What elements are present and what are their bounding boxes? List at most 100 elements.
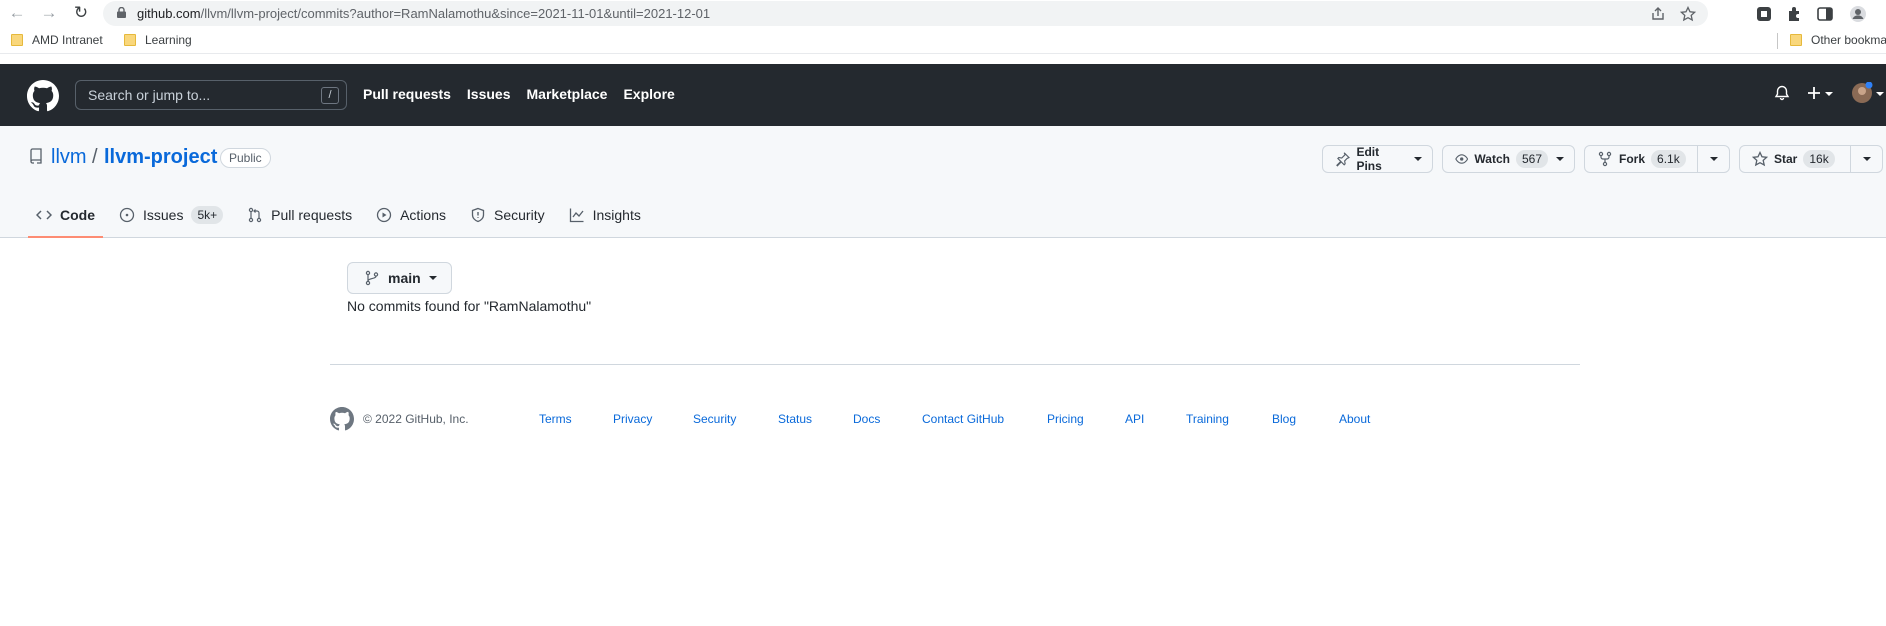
watch-label: Watch: [1474, 152, 1510, 166]
bookmark-star-icon[interactable]: [1680, 6, 1696, 22]
chevron-down-icon: [1709, 157, 1718, 161]
tab-actions[interactable]: Actions: [368, 192, 454, 238]
other-bookmarks[interactable]: Other bookma: [1790, 33, 1886, 47]
tab-insights[interactable]: Insights: [561, 192, 649, 238]
star-button[interactable]: Star 16k: [1739, 145, 1883, 173]
watch-button[interactable]: Watch 567: [1442, 145, 1575, 173]
repo-tabs: Code Issues 5k+ Pull requests Actions Se…: [28, 192, 657, 238]
git-pull-request-icon: [248, 207, 262, 223]
search-input[interactable]: Search or jump to... /: [75, 80, 347, 110]
share-icon[interactable]: [1650, 6, 1666, 22]
footer-link-status[interactable]: Status: [778, 412, 812, 426]
play-icon: [376, 207, 392, 223]
shield-icon: [471, 207, 485, 223]
folder-icon: [124, 34, 136, 46]
chevron-down-icon: [1556, 157, 1564, 161]
repo-forked-icon: [1598, 151, 1612, 167]
bookmark-label: AMD Intranet: [32, 33, 103, 47]
slash-shortcut-key: /: [321, 87, 339, 104]
tab-code[interactable]: Code: [28, 192, 103, 238]
bookmarks-divider: [1777, 33, 1778, 49]
footer-link-blog[interactable]: Blog: [1272, 412, 1296, 426]
footer-link-training[interactable]: Training: [1186, 412, 1229, 426]
repo-path-separator: /: [92, 146, 98, 168]
pin-icon: [1336, 152, 1350, 167]
puzzle-icon[interactable]: [1786, 5, 1804, 23]
footer-divider: [330, 364, 1580, 365]
chevron-down-icon: [1862, 157, 1871, 161]
global-nav: Pull requests Issues Marketplace Explore: [363, 86, 691, 102]
footer-link-api[interactable]: API: [1125, 412, 1144, 426]
fork-count: 6.1k: [1651, 150, 1686, 168]
browser-toolbar: ← → ↻ github.com/llvm/llvm-project/commi…: [0, 0, 1886, 27]
chevron-down-icon: [1414, 157, 1422, 161]
star-icon: [1752, 151, 1768, 167]
code-icon: [36, 210, 52, 220]
edit-pins-label: Edit Pins: [1356, 145, 1382, 173]
footer-link-terms[interactable]: Terms: [539, 412, 572, 426]
nav-issues[interactable]: Issues: [467, 86, 511, 102]
git-branch-icon: [365, 270, 379, 286]
reload-icon[interactable]: ↻: [70, 2, 92, 24]
branch-name: main: [388, 270, 421, 286]
tab-security[interactable]: Security: [462, 192, 553, 238]
avatar-chevron-icon[interactable]: [1876, 92, 1884, 96]
nav-marketplace[interactable]: Marketplace: [527, 86, 608, 102]
fork-dropdown[interactable]: [1697, 146, 1729, 172]
plus-icon[interactable]: [1806, 84, 1822, 102]
bookmark-learning[interactable]: Learning: [124, 33, 192, 47]
star-dropdown[interactable]: [1850, 146, 1882, 172]
footer-link-privacy[interactable]: Privacy: [613, 412, 652, 426]
repo-icon: [30, 148, 42, 164]
nav-pull-requests[interactable]: Pull requests: [363, 86, 451, 102]
issue-opened-icon: [119, 207, 135, 223]
fork-label: Fork: [1619, 152, 1646, 166]
watch-count: 567: [1515, 150, 1548, 168]
footer-link-about[interactable]: About: [1339, 412, 1370, 426]
lock-icon: [117, 7, 126, 18]
profile-icon[interactable]: [1849, 5, 1867, 23]
footer-link-docs[interactable]: Docs: [853, 412, 880, 426]
edit-pins-button[interactable]: Edit Pins: [1322, 145, 1433, 173]
tab-pull-requests[interactable]: Pull requests: [239, 192, 360, 238]
search-placeholder: Search or jump to...: [88, 87, 211, 103]
footer-link-contact-github[interactable]: Contact GitHub: [922, 412, 1004, 426]
extension-icon[interactable]: [1755, 5, 1773, 23]
bookmarks-bar: AMD Intranet Learning Other bookma: [0, 27, 1886, 54]
tab-issues[interactable]: Issues 5k+: [111, 192, 231, 238]
github-logo-icon[interactable]: [27, 80, 59, 112]
repo-name-link[interactable]: llvm-project: [104, 146, 217, 169]
bell-icon[interactable]: [1774, 84, 1790, 102]
forward-icon[interactable]: →: [38, 2, 60, 24]
github-mark-icon[interactable]: [330, 407, 354, 431]
folder-icon: [1790, 34, 1802, 46]
tab-label: Pull requests: [271, 207, 353, 223]
avatar[interactable]: [1851, 82, 1873, 104]
tab-label: Issues: [143, 207, 184, 223]
visibility-badge: Public: [220, 148, 271, 168]
star-count: 16k: [1803, 150, 1835, 168]
bookmark-label: Learning: [145, 33, 192, 47]
tab-label: Insights: [592, 207, 641, 223]
fork-button[interactable]: Fork 6.1k: [1584, 145, 1730, 173]
folder-icon: [11, 34, 23, 46]
footer-link-security[interactable]: Security: [693, 412, 736, 426]
url-text: github.com/llvm/llvm-project/commits?aut…: [137, 6, 710, 21]
address-bar[interactable]: github.com/llvm/llvm-project/commits?aut…: [103, 1, 1708, 26]
graph-icon: [569, 208, 584, 223]
chevron-down-icon[interactable]: [1825, 92, 1833, 96]
copyright-text: © 2022 GitHub, Inc.: [363, 412, 469, 426]
url-path: /llvm/llvm-project/commits?author=RamNal…: [200, 6, 711, 21]
issues-count: 5k+: [191, 206, 224, 224]
footer-link-pricing[interactable]: Pricing: [1047, 412, 1084, 426]
tab-label: Security: [494, 207, 545, 223]
chevron-down-icon: [428, 276, 437, 280]
side-panel-icon[interactable]: [1816, 5, 1834, 23]
repo-owner-link[interactable]: llvm: [51, 146, 87, 169]
branch-select-button[interactable]: main: [347, 262, 452, 294]
back-icon[interactable]: ←: [6, 2, 28, 24]
bookmark-amd-intranet[interactable]: AMD Intranet: [11, 33, 103, 47]
no-commits-message: No commits found for "RamNalamothu": [347, 298, 592, 314]
tab-label: Code: [60, 207, 95, 223]
nav-explore[interactable]: Explore: [623, 86, 674, 102]
